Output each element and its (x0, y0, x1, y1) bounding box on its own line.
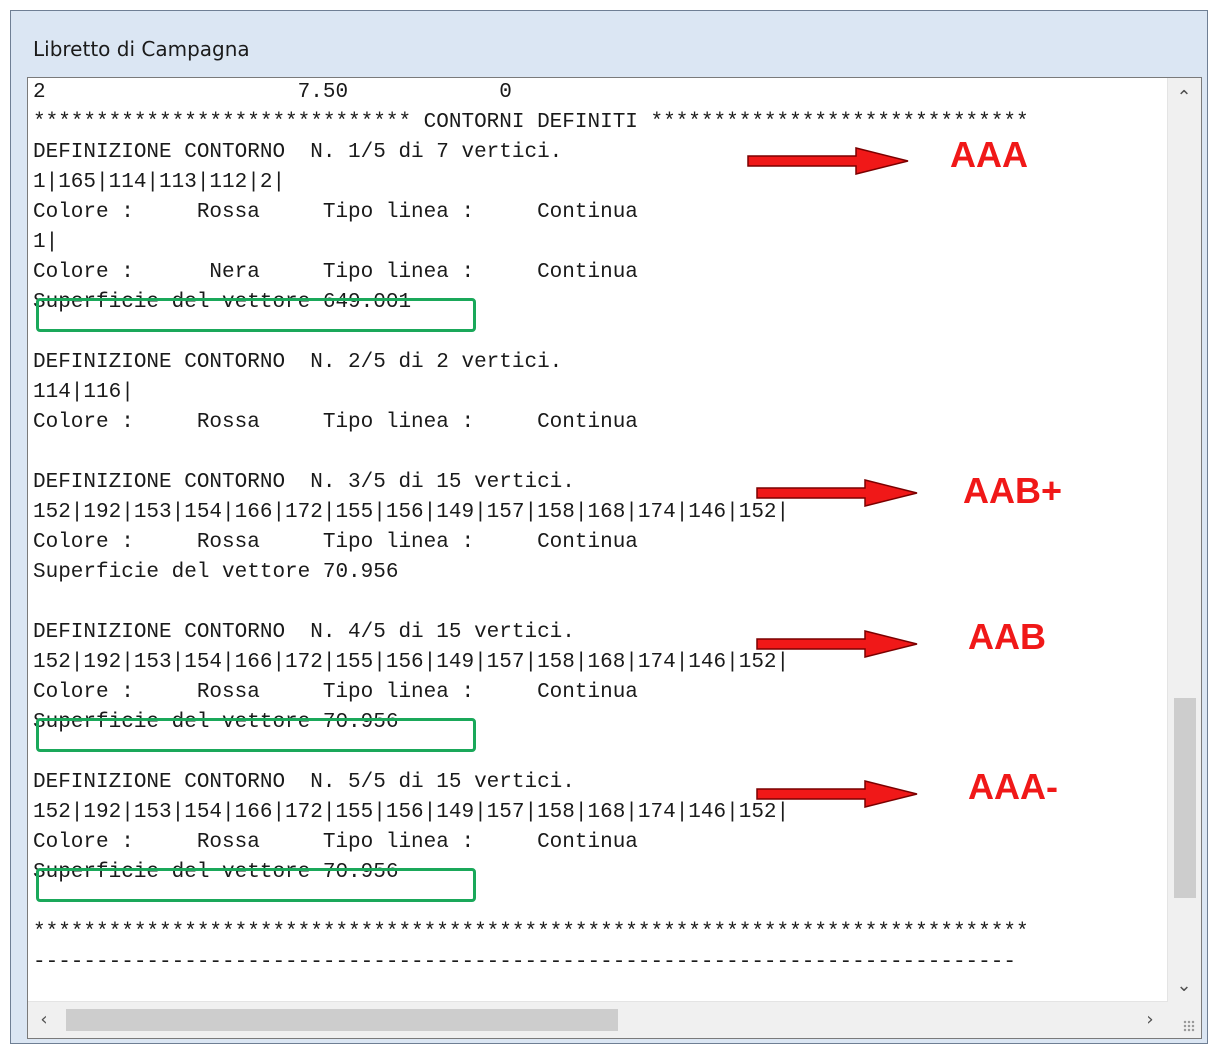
log-viewer[interactable]: 2 7.50 0 ****************************** … (27, 77, 1202, 1039)
annotation-label: AAA (950, 134, 1028, 175)
chevron-right-icon[interactable]: › (1138, 1008, 1162, 1032)
log-line: 114|116| (33, 381, 134, 404)
red-arrow-icon (756, 630, 918, 658)
log-line: Colore : Rossa Tipo linea : Continua (33, 201, 638, 224)
red-arrow-icon (747, 147, 909, 175)
log-line: Colore : Rossa Tipo linea : Continua (33, 831, 638, 854)
scrollbar-corner (1168, 1002, 1201, 1038)
log-line: Colore : Nera Tipo linea : Continua (33, 261, 638, 284)
highlight-box (36, 868, 476, 902)
annotation-label: AAB+ (963, 470, 1063, 511)
log-line: 1|165|114|113|112|2| (33, 171, 286, 194)
annotation-label: AAA- (968, 766, 1058, 807)
log-line: 1| (33, 231, 59, 254)
log-line: DEFINIZIONE CONTORNO N. 4/5 di 15 vertic… (33, 621, 575, 644)
log-line: 152|192|153|154|166|172|155|156|149|157|… (33, 501, 790, 524)
log-line: 152|192|153|154|166|172|155|156|149|157|… (33, 651, 790, 674)
log-line: 2 7.50 0 (33, 81, 512, 104)
highlight-box (36, 718, 476, 752)
resize-grip-icon[interactable] (1183, 1020, 1195, 1032)
log-text-area[interactable]: 2 7.50 0 ****************************** … (28, 78, 1168, 1004)
log-line: ****************************************… (33, 921, 1029, 944)
vertical-scroll-thumb[interactable] (1174, 698, 1196, 898)
chevron-left-icon[interactable]: ‹ (32, 1008, 56, 1032)
horizontal-scrollbar[interactable]: ‹ › (28, 1001, 1168, 1038)
chevron-up-icon[interactable]: ⌃ (1172, 86, 1196, 110)
annotation-label: AAB (968, 616, 1046, 657)
log-line: DEFINIZIONE CONTORNO N. 1/5 di 7 vertici… (33, 141, 563, 164)
window-title: Libretto di Campagna (33, 37, 250, 61)
log-line: Colore : Rossa Tipo linea : Continua (33, 411, 638, 434)
app-window: Libretto di Campagna 2 7.50 0 **********… (10, 10, 1208, 1044)
log-line: DEFINIZIONE CONTORNO N. 2/5 di 2 vertici… (33, 351, 563, 374)
log-line: ****************************** CONTORNI … (33, 111, 1029, 134)
red-arrow-icon (756, 479, 918, 507)
log-line: Colore : Rossa Tipo linea : Continua (33, 531, 638, 554)
vertical-scrollbar[interactable]: ⌃ ⌄ (1167, 78, 1201, 1004)
chevron-down-icon[interactable]: ⌄ (1172, 974, 1196, 998)
horizontal-scroll-thumb[interactable] (66, 1009, 618, 1031)
log-line: Colore : Rossa Tipo linea : Continua (33, 681, 638, 704)
highlight-box (36, 298, 476, 332)
log-line: 152|192|153|154|166|172|155|156|149|157|… (33, 801, 790, 824)
red-arrow-icon (756, 780, 918, 808)
log-line: DEFINIZIONE CONTORNO N. 5/5 di 15 vertic… (33, 771, 575, 794)
title-bar: Libretto di Campagna (11, 11, 1207, 76)
log-line: ----------------------------------------… (33, 951, 1016, 974)
log-line: DEFINIZIONE CONTORNO N. 3/5 di 15 vertic… (33, 471, 575, 494)
log-line: Superficie del vettore 70.956 (33, 561, 399, 584)
